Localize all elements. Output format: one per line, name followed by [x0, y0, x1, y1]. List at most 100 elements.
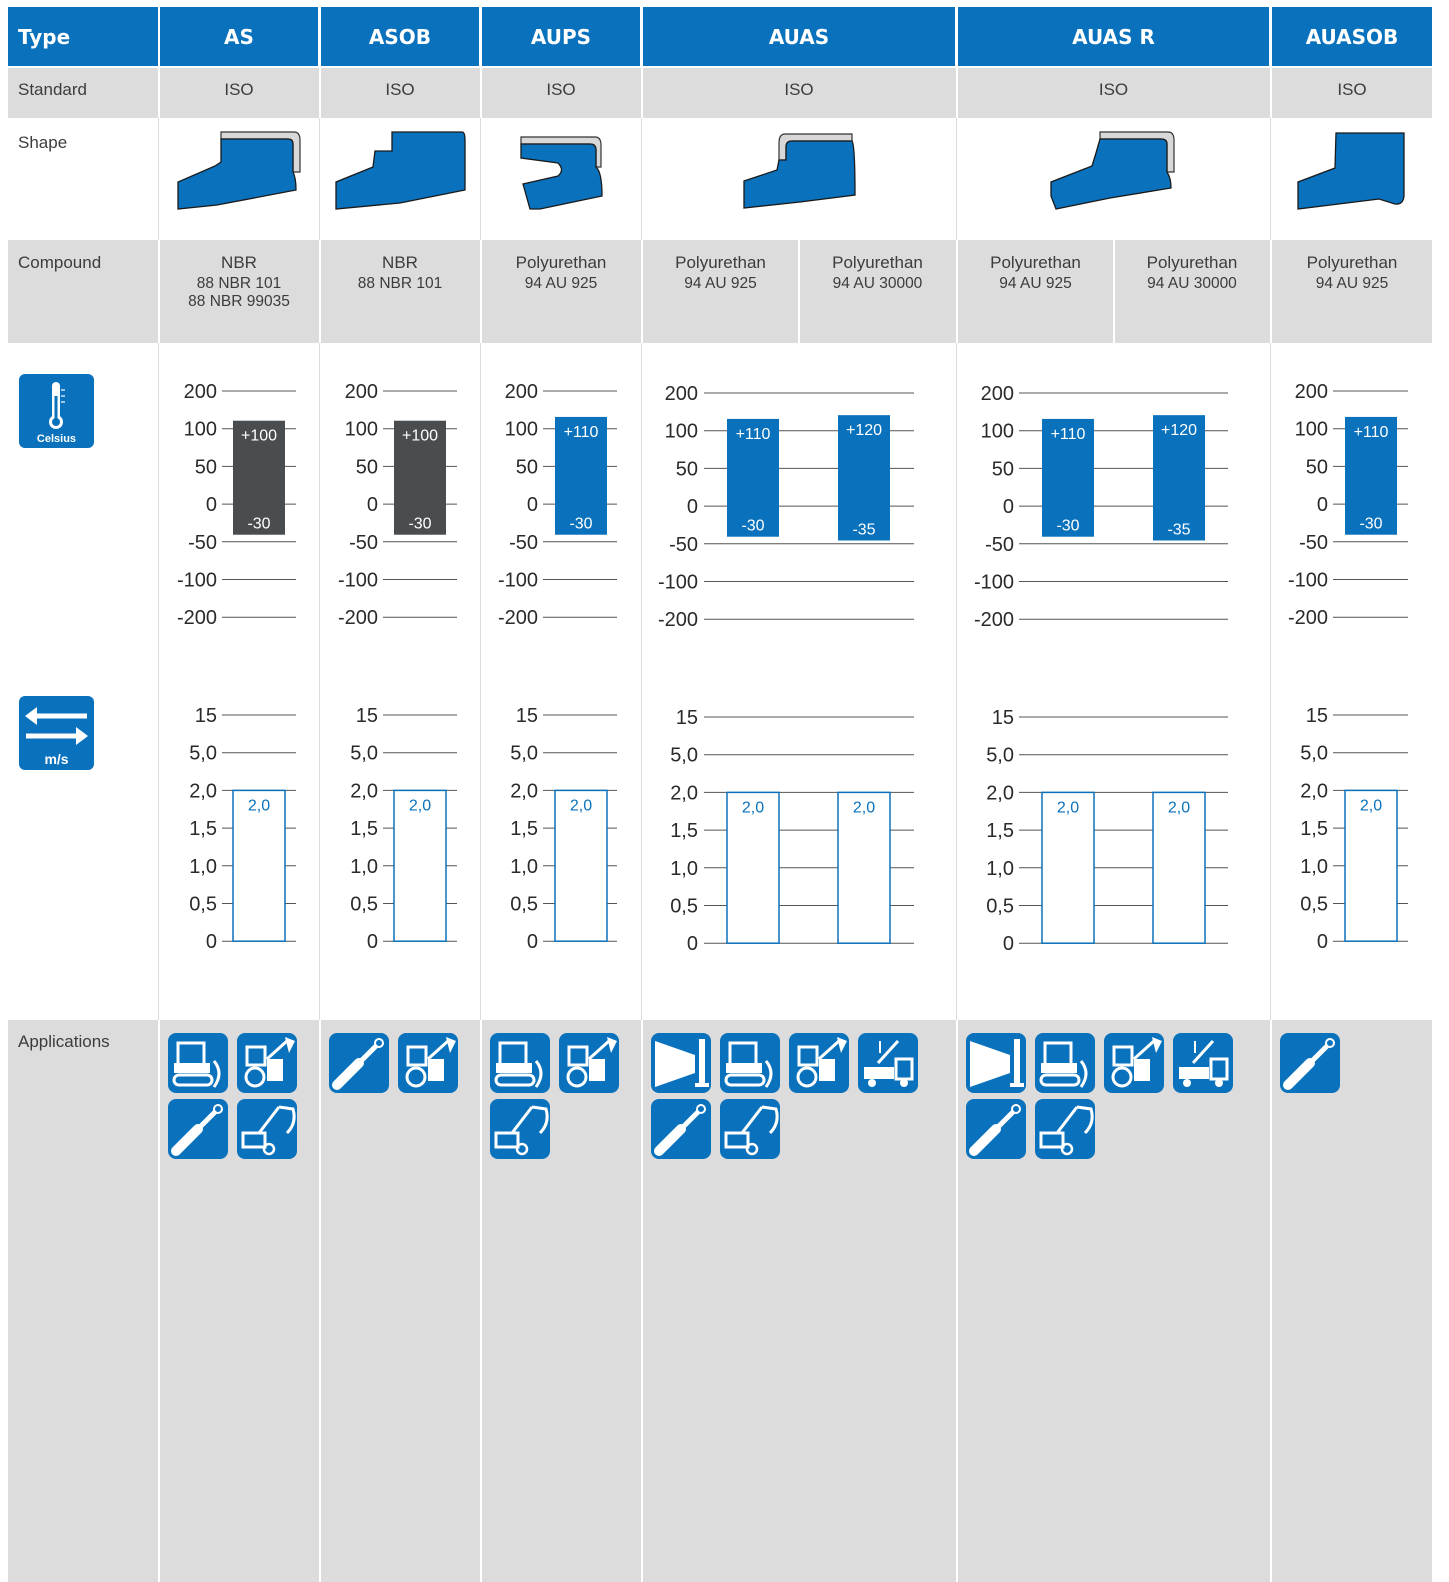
temperature-tick-label: 100: [345, 419, 378, 441]
speed-tick-label: 0: [527, 931, 538, 953]
speed-tick-label: 0,5: [189, 894, 217, 916]
temperature-tick-label: -50: [985, 534, 1014, 556]
wheel-loader-icon: [559, 1033, 619, 1093]
speed-tick-label: 0: [1003, 933, 1014, 955]
temperature-max-label: +110: [564, 424, 599, 441]
speed-value-label: 2,0: [742, 799, 764, 816]
press-icon: [651, 1033, 711, 1093]
speed-tick-label: 5,0: [510, 743, 538, 765]
temperature-tick-label: -50: [1299, 532, 1328, 554]
temperature-tick-label: 50: [1306, 456, 1328, 478]
speed-tick-label: 0: [206, 931, 217, 953]
speed-value-label: 2,0: [1360, 797, 1382, 814]
cylinder-icon: [651, 1099, 711, 1159]
temperature-tick-label: -200: [177, 607, 217, 629]
speed-tick-label: 5,0: [350, 743, 378, 765]
temperature-tick-label: 100: [981, 421, 1014, 443]
bulldozer-icon: [490, 1033, 550, 1093]
speed-tick-label: 0,5: [350, 894, 378, 916]
speed-tick-label: 1,0: [670, 858, 698, 880]
speed-tick-label: 1,5: [189, 818, 217, 840]
speed-tick-label: 1,0: [986, 858, 1014, 880]
bulldozer-icon: [1035, 1033, 1095, 1093]
temperature-tick-label: 0: [1317, 494, 1328, 516]
crane-truck-icon: [1173, 1033, 1233, 1093]
temperature-tick-label: 0: [206, 494, 217, 516]
excavator-icon: [490, 1099, 550, 1159]
temperature-max-label: +120: [846, 422, 882, 439]
temperature-tick-label: 0: [1003, 496, 1014, 518]
bulldozer-icon: [720, 1033, 780, 1093]
wheel-loader-icon: [789, 1033, 849, 1093]
temperature-max-label: +110: [1051, 426, 1086, 443]
temperature-tick-label: 200: [184, 381, 217, 403]
temperature-tick-label: -50: [509, 532, 538, 554]
temperature-tick-label: 100: [665, 421, 698, 443]
charts: 200 100 50 0 -50 -100 -200 15 5,0 2,0 1,5 1,0 0,5 0 +1…: [177, 381, 1408, 955]
cylinder-icon: [168, 1099, 228, 1159]
temperature-tick-label: -100: [338, 570, 378, 592]
cylinder-icon: [966, 1099, 1026, 1159]
temperature-tick-label: 200: [981, 383, 1014, 405]
speed-tick-label: 0,5: [986, 896, 1014, 918]
speed-tick-label: 15: [676, 707, 698, 729]
temperature-tick-label: 0: [687, 496, 698, 518]
speed-value-label: 2,0: [248, 797, 270, 814]
speed-tick-label: 2,0: [986, 782, 1014, 804]
speed-tick-label: 5,0: [1300, 743, 1328, 765]
temperature-tick-label: -50: [188, 532, 217, 554]
wheel-loader-icon: [237, 1033, 297, 1093]
speed-value-label: 2,0: [853, 799, 875, 816]
speed-tick-label: 0: [1317, 931, 1328, 953]
speed-tick-label: 1,5: [510, 818, 538, 840]
excavator-icon: [237, 1099, 297, 1159]
temperature-tick-label: 200: [505, 381, 538, 403]
temperature-tick-label: 50: [356, 456, 378, 478]
temperature-tick-label: 200: [665, 383, 698, 405]
speed-tick-label: 0: [687, 933, 698, 955]
speed-tick-label: 15: [516, 705, 538, 727]
temperature-min-label: -30: [1056, 518, 1079, 535]
temperature-tick-label: 200: [345, 381, 378, 403]
speed-value-label: 2,0: [570, 797, 592, 814]
temperature-tick-label: -200: [658, 609, 698, 631]
temperature-tick-label: 50: [516, 456, 538, 478]
speed-tick-label: 1,0: [510, 856, 538, 878]
speed-tick-label: 1,5: [670, 820, 698, 842]
temperature-tick-label: 100: [505, 419, 538, 441]
excavator-icon: [720, 1099, 780, 1159]
temperature-min-label: -35: [852, 521, 875, 538]
temperature-tick-label: -50: [669, 534, 698, 556]
temperature-tick-label: -200: [1288, 607, 1328, 629]
speed-tick-label: 2,0: [670, 782, 698, 804]
bulldozer-icon: [168, 1033, 228, 1093]
speed-tick-label: 15: [1306, 705, 1328, 727]
excavator-icon: [1035, 1099, 1095, 1159]
temperature-tick-label: -200: [338, 607, 378, 629]
speed-tick-label: 15: [356, 705, 378, 727]
speed-tick-label: 2,0: [350, 780, 378, 802]
press-icon: [966, 1033, 1026, 1093]
cylinder-icon: [329, 1033, 389, 1093]
temperature-max-label: +100: [402, 428, 438, 445]
speed-tick-label: 0,5: [510, 894, 538, 916]
temperature-min-label: -35: [1167, 521, 1190, 538]
temperature-max-label: +110: [1354, 424, 1389, 441]
temperature-tick-label: -100: [974, 572, 1014, 594]
speed-tick-label: 15: [992, 707, 1014, 729]
speed-tick-label: 2,0: [510, 780, 538, 802]
cylinder-icon: [1280, 1033, 1340, 1093]
speed-tick-label: 1,0: [1300, 856, 1328, 878]
speed-tick-label: 1,5: [1300, 818, 1328, 840]
temperature-min-label: -30: [1359, 516, 1382, 533]
speed-tick-label: 5,0: [189, 743, 217, 765]
temperature-min-label: -30: [569, 516, 592, 533]
crane-truck-icon: [858, 1033, 918, 1093]
temperature-tick-label: 0: [367, 494, 378, 516]
speed-tick-label: 2,0: [1300, 780, 1328, 802]
temperature-tick-label: 0: [527, 494, 538, 516]
temperature-tick-label: -100: [498, 570, 538, 592]
wheel-loader-icon: [1104, 1033, 1164, 1093]
temperature-tick-label: -50: [349, 532, 378, 554]
temperature-tick-label: 200: [1295, 381, 1328, 403]
